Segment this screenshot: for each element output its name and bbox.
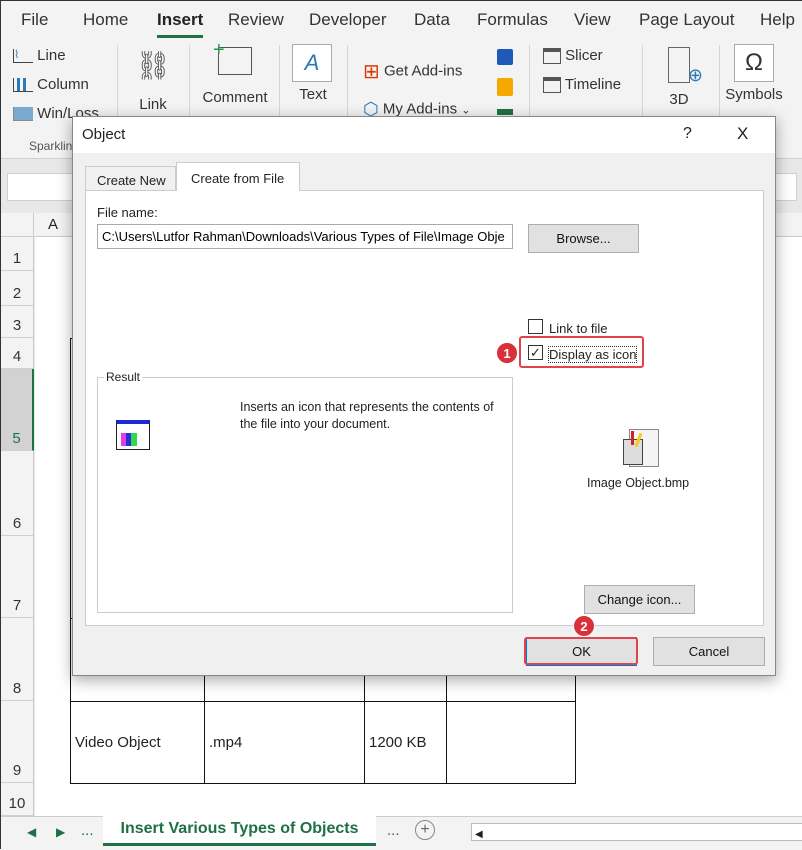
store-icon: ⊞: [363, 61, 380, 83]
timeline-button[interactable]: Timeline: [543, 76, 621, 94]
sparkline-line-button[interactable]: ⌇ Line: [13, 47, 66, 64]
menu-bar: File Home Insert Review Developer Data F…: [1, 1, 802, 41]
tab-panel: File name: Browse... Link to file ✓ Disp…: [85, 190, 764, 626]
tab-page-layout[interactable]: Page Layout: [639, 10, 734, 30]
tab-data[interactable]: Data: [414, 10, 450, 30]
tab-formulas[interactable]: Formulas: [477, 10, 548, 30]
file-name-label: File name:: [97, 205, 158, 220]
symbols-button[interactable]: Ω Symbols: [725, 44, 783, 103]
tab-create-new[interactable]: Create New: [85, 166, 176, 190]
step-badge-1: 1: [496, 342, 518, 364]
cell-video-name[interactable]: Video Object: [70, 701, 205, 784]
row-header[interactable]: 10: [1, 783, 34, 816]
tab-help[interactable]: Help: [760, 10, 795, 30]
row-header[interactable]: 3: [1, 306, 34, 338]
file-name-input[interactable]: [97, 224, 513, 249]
tab-create-from-file[interactable]: Create from File: [176, 162, 300, 191]
omega-icon: Ω: [734, 44, 774, 82]
tab-file[interactable]: File: [21, 10, 48, 30]
result-box: Result Inserts an icon that represents t…: [97, 370, 513, 613]
help-button[interactable]: ?: [683, 125, 692, 143]
highlight-display-as-icon: [519, 336, 644, 368]
close-button[interactable]: X: [737, 124, 748, 144]
sheet-tab-bar: ◀ ▶ ... Insert Various Types of Objects …: [1, 816, 802, 850]
link-to-file-label[interactable]: Link to file: [549, 321, 608, 336]
row-header[interactable]: 2: [1, 271, 34, 306]
column-header-a[interactable]: A: [35, 216, 71, 233]
bing-icon[interactable]: [497, 78, 513, 96]
more-sheets-right[interactable]: ...: [387, 822, 400, 839]
cell-video-ext[interactable]: .mp4: [204, 701, 365, 784]
row-header[interactable]: 9: [1, 701, 34, 783]
cancel-button[interactable]: Cancel: [653, 637, 765, 666]
tab-view[interactable]: View: [574, 10, 611, 30]
comment-button[interactable]: + Comment: [199, 39, 271, 106]
link-icon: ⛓: [135, 50, 171, 81]
row-header[interactable]: 6: [1, 451, 34, 536]
sparkline-column-button[interactable]: Column: [13, 76, 89, 93]
tab-developer[interactable]: Developer: [309, 10, 387, 30]
visio-icon[interactable]: [497, 49, 513, 65]
link-button[interactable]: ⛓ Link: [133, 49, 173, 113]
prev-sheet-icon[interactable]: ◀: [27, 825, 36, 839]
row-header[interactable]: 1: [1, 237, 34, 271]
cell-video-size[interactable]: 1200 KB: [364, 701, 447, 784]
winloss-icon: [13, 107, 33, 122]
comment-icon: +: [213, 39, 252, 75]
textbox-icon: A: [292, 44, 332, 82]
sheet-tab-active[interactable]: Insert Various Types of Objects: [103, 816, 376, 846]
tab-home[interactable]: Home: [83, 10, 128, 30]
3d-map-icon: ⊕: [668, 47, 703, 85]
dialog-title: Object: [82, 126, 126, 143]
3d-maps-button[interactable]: ⊕ 3D: [657, 47, 703, 108]
next-sheet-icon[interactable]: ▶: [56, 825, 65, 839]
people-graph-icon[interactable]: [497, 109, 513, 115]
object-dialog: Object ? X Create New Create from File F…: [72, 116, 776, 676]
image-object-icon[interactable]: [623, 429, 659, 469]
horizontal-scrollbar[interactable]: ◀: [471, 823, 802, 841]
column-chart-icon: [13, 78, 33, 93]
result-text: Inserts an icon that represents the cont…: [240, 400, 494, 431]
row-header[interactable]: 7: [1, 536, 34, 618]
highlight-ok: [524, 637, 638, 665]
get-addins-button[interactable]: ⊞ Get Add-ins: [363, 59, 462, 84]
tab-insert[interactable]: Insert: [157, 10, 204, 38]
cell-video-empty[interactable]: [446, 701, 576, 784]
select-all-button[interactable]: [1, 213, 34, 236]
tab-review[interactable]: Review: [228, 10, 284, 30]
link-to-file-checkbox[interactable]: [528, 319, 543, 334]
text-button[interactable]: A Text: [292, 44, 334, 103]
line-chart-icon: ⌇: [13, 49, 33, 64]
add-sheet-icon[interactable]: +: [415, 820, 435, 840]
slicer-button[interactable]: Slicer: [543, 47, 603, 65]
row-header[interactable]: 8: [1, 618, 34, 701]
slicer-icon: [543, 48, 561, 65]
change-icon-button[interactable]: Change icon...: [584, 585, 695, 614]
scroll-left-icon[interactable]: ◀: [472, 829, 483, 840]
step-badge-2: 2: [573, 615, 595, 637]
row-header[interactable]: 5: [1, 369, 34, 451]
result-label: Result: [104, 370, 143, 384]
icon-caption: Image Object.bmp: [587, 476, 690, 490]
browse-button[interactable]: Browse...: [528, 224, 639, 253]
more-sheets-left[interactable]: ...: [81, 822, 94, 839]
row-header[interactable]: 4: [1, 338, 34, 369]
timeline-icon: [543, 77, 561, 94]
result-icon: [116, 420, 150, 450]
